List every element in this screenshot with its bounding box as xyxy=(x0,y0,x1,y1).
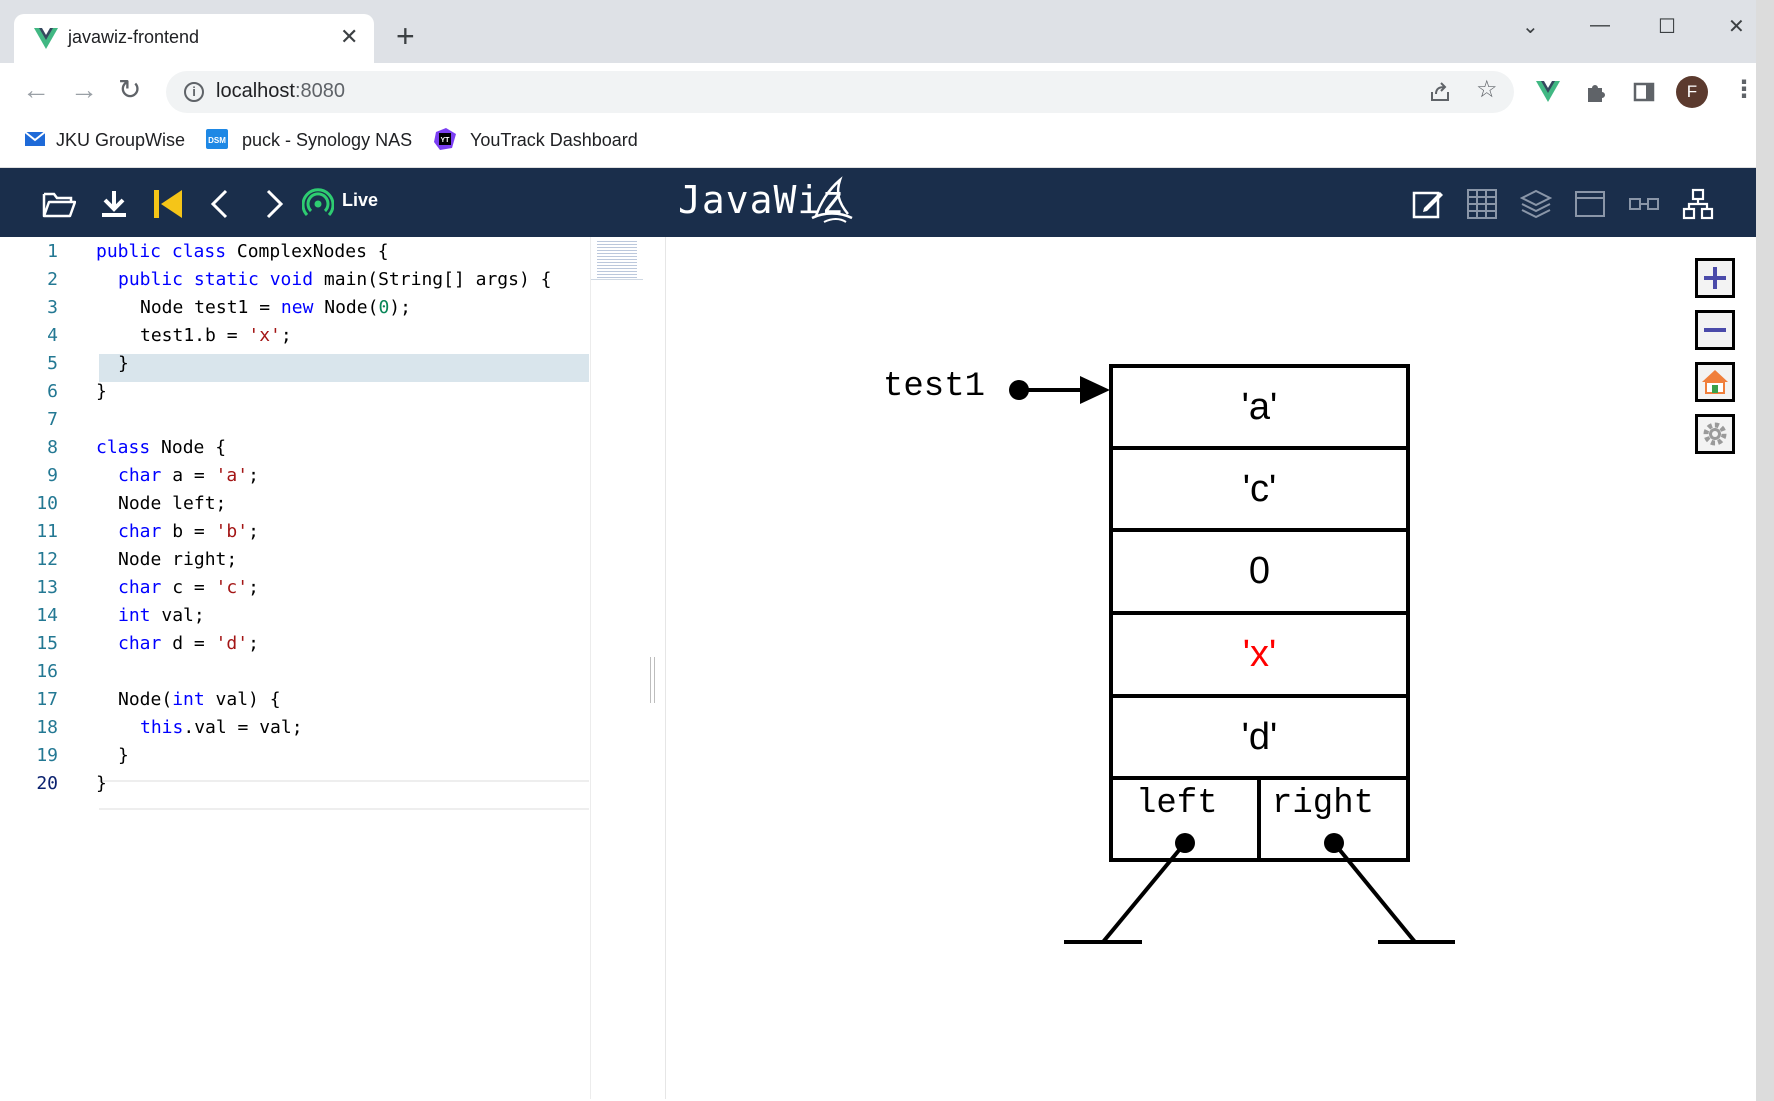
field-value-val: 0 xyxy=(1248,550,1271,592)
left-field-label: left xyxy=(1136,785,1218,823)
field-value-a: 'a' xyxy=(1241,386,1278,428)
right-null-line xyxy=(1332,841,1417,944)
reference-arrow-head xyxy=(1080,376,1110,404)
field-value-b-changed: 'x' xyxy=(1242,633,1277,675)
right-field-label: right xyxy=(1272,785,1375,823)
field-value-d: 'd' xyxy=(1241,716,1278,758)
window-edge xyxy=(1756,0,1774,1101)
field-value-c: 'c' xyxy=(1242,468,1277,510)
left-null-line xyxy=(1101,841,1187,944)
heap-graph xyxy=(1009,364,1455,944)
